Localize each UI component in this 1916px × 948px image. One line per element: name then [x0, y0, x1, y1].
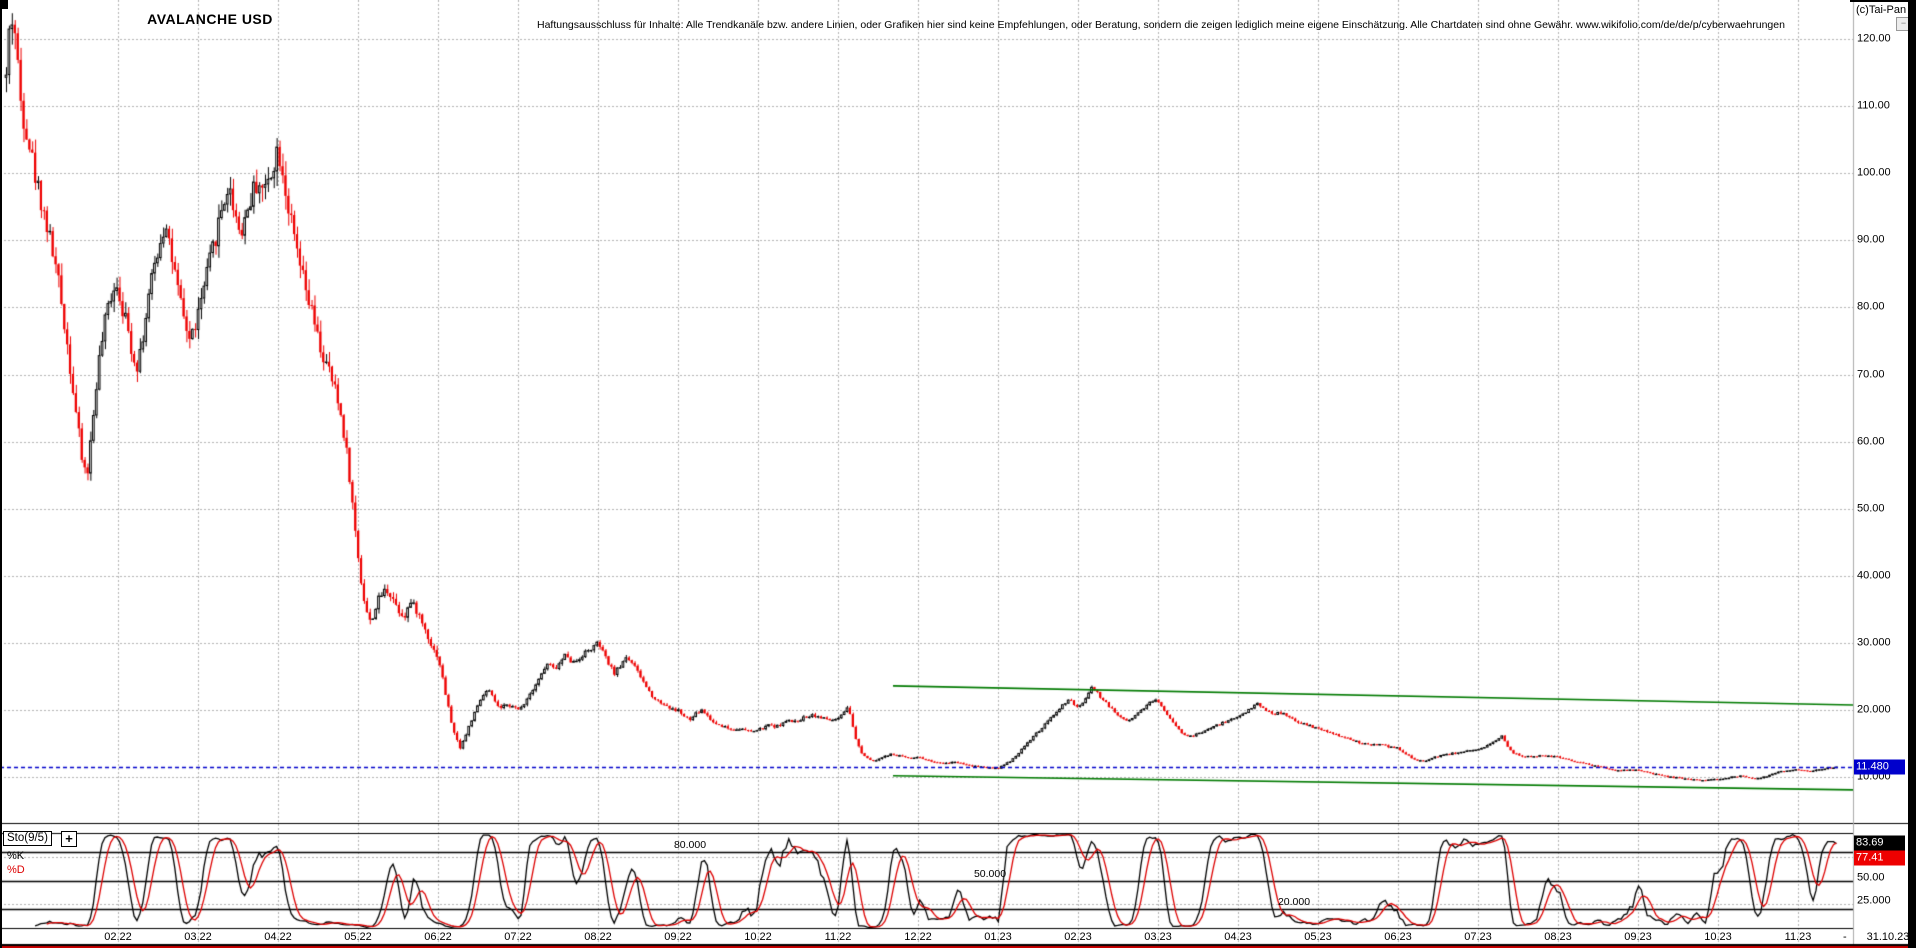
price-tick-label: 100.00 [1857, 167, 1891, 180]
month-label: 06.23 [1384, 931, 1412, 944]
top-right-border [1850, 0, 1916, 2]
chart-title: AVALANCHE USD [147, 13, 273, 26]
time-axis-end-date: 31.10.23 [1867, 931, 1910, 944]
month-label: 09.22 [664, 931, 692, 944]
k-value-badge: 83.69 [1854, 836, 1905, 851]
sto-tick-label: 50.00 [1857, 872, 1885, 885]
last-price-badge: 11.480 [1854, 760, 1905, 775]
month-label: 07.22 [504, 931, 532, 944]
price-tick-label: 40.000 [1857, 569, 1891, 582]
month-label: 11.22 [825, 931, 852, 944]
price-tick-label: 60.00 [1857, 435, 1885, 448]
left-border [0, 0, 2, 948]
sto-tick-label: 25.000 [1857, 895, 1891, 908]
month-label: 03.23 [1144, 931, 1172, 944]
right-edge-bar[interactable] [1908, 0, 1916, 948]
disclaimer-text: Haftungsausschluss für Inhalte: Alle Tre… [537, 19, 1785, 32]
month-label: 08.23 [1544, 931, 1572, 944]
price-tick-label: 70.00 [1857, 368, 1885, 381]
month-label: 02.22 [104, 931, 132, 944]
month-label: 10.23 [1704, 931, 1732, 944]
d-line-label: %D [7, 864, 25, 877]
k-line-label: %K [7, 850, 24, 863]
price-tick-label: 30.000 [1857, 636, 1891, 649]
taipan-chart-window: AVALANCHE USD Haftungsausschluss für Inh… [0, 0, 1916, 948]
plus-icon[interactable]: + [61, 831, 77, 847]
price-chart-canvas[interactable] [0, 0, 1916, 948]
sto-level-label: 50.000 [974, 868, 1006, 880]
time-axis-dash: - [1843, 931, 1847, 944]
month-label: 11.23 [1785, 931, 1812, 944]
price-tick-label: 120.00 [1857, 33, 1891, 46]
price-tick-label: 50.00 [1857, 502, 1885, 515]
month-label: 06.22 [424, 931, 452, 944]
copyright-label: (c)Tai-Pan [1856, 4, 1906, 17]
month-label: 08.22 [584, 931, 612, 944]
price-tick-label: 110.00 [1857, 100, 1890, 113]
d-value-badge: 77.41 [1854, 851, 1905, 866]
price-tick-label: 90.00 [1857, 234, 1885, 247]
month-label: 01.23 [984, 931, 1012, 944]
month-label: 12.22 [904, 931, 932, 944]
month-label: 05.23 [1304, 931, 1332, 944]
month-label: 04.23 [1224, 931, 1252, 944]
sto-level-label: 80.000 [674, 839, 706, 851]
price-tick-label: 80.00 [1857, 301, 1885, 314]
month-label: 07.23 [1464, 931, 1492, 944]
month-label: 05.22 [344, 931, 372, 944]
month-label: 04.22 [264, 931, 292, 944]
month-label: 10.22 [744, 931, 772, 944]
price-tick-label: 20.000 [1857, 704, 1891, 717]
stochastic-legend: Sto(9/5) [3, 831, 52, 846]
month-label: 02.23 [1064, 931, 1092, 944]
sto-level-label: 20.000 [1278, 896, 1310, 908]
month-label: 09.23 [1624, 931, 1652, 944]
month-label: 03.22 [184, 931, 212, 944]
